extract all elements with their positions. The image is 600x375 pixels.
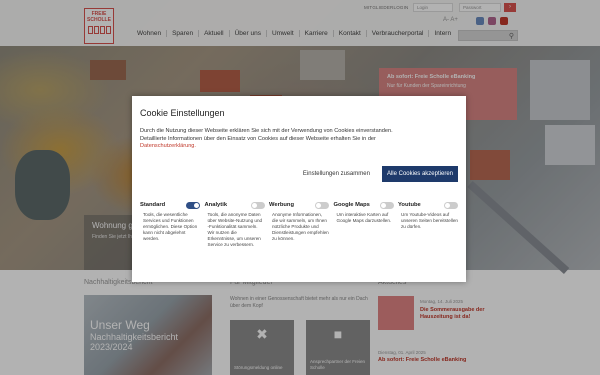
cookie-category-standard: Standard Tools, die wesentliche Services… — [140, 202, 200, 248]
dialog-text-line2: Detaillierte Informationen über den Eins… — [140, 135, 376, 142]
category-description: Um Youtube-Videos auf unseren Seiten ber… — [401, 212, 458, 229]
accept-all-cookies-button[interactable]: Alle Cookies akzeptieren — [381, 166, 458, 182]
category-toggle[interactable] — [250, 202, 265, 209]
privacy-policy-link[interactable]: Datenschutzerklärung. — [140, 143, 196, 149]
category-description: Anonyme Informationen, die wir sammeln, … — [272, 212, 329, 241]
category-description: Um interaktive Karten auf Google Maps da… — [336, 212, 392, 223]
category-toggle[interactable] — [315, 202, 329, 209]
category-toggle[interactable] — [186, 202, 200, 209]
category-name: Analytik — [204, 202, 228, 208]
dialog-title: Cookie Einstellungen — [140, 108, 225, 118]
category-toggle[interactable] — [379, 202, 394, 209]
cookie-category-youtube: Youtube Um Youtube-Videos auf unseren Se… — [398, 202, 458, 248]
cookie-settings-dialog: Cookie Einstellungen Durch die Nutzung d… — [132, 96, 466, 282]
dialog-actions: Einstellungen zusammen Alle Cookies akze… — [301, 166, 458, 182]
cookie-category-analytik: Analytik Tools, die anonyme Daten über W… — [205, 202, 265, 248]
category-description: Tools, die wesentliche Services und Funk… — [143, 212, 198, 241]
category-description: Tools, die anonyme Daten über Website-Nu… — [207, 212, 263, 247]
save-settings-button[interactable]: Einstellungen zusammen — [301, 167, 372, 181]
category-name: Youtube — [398, 202, 421, 208]
category-name: Google Maps — [333, 202, 370, 208]
category-toggle[interactable] — [444, 202, 458, 209]
dialog-text-line1: Durch die Nutzung dieser Webseite erklär… — [140, 128, 393, 134]
cookie-category-werbung: Werbung Anonyme Informationen, die wir s… — [269, 202, 329, 248]
cookie-categories: Standard Tools, die wesentliche Services… — [140, 202, 458, 248]
category-name: Standard — [140, 202, 166, 208]
category-name: Werbung — [269, 202, 295, 208]
cookie-category-google-maps: Google Maps Um interaktive Karten auf Go… — [334, 202, 394, 248]
dialog-text: Durch die Nutzung dieser Webseite erklär… — [140, 128, 458, 151]
